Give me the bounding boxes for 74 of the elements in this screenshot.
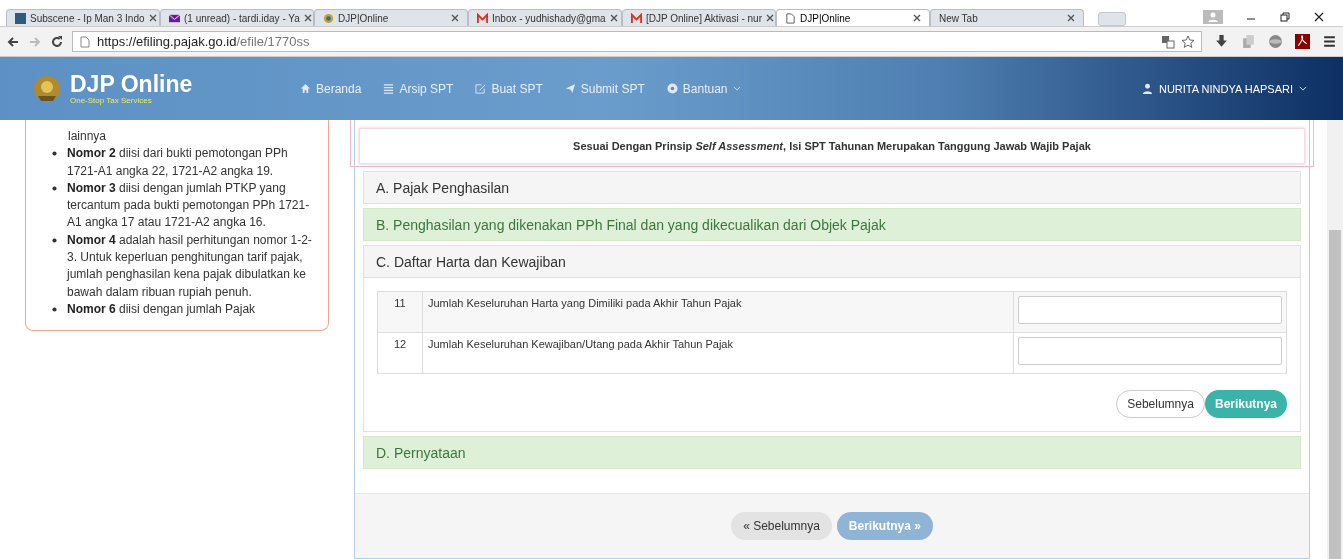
browser-tab[interactable]: (1 unread) - tardi.iday - Ya bbox=[160, 9, 314, 26]
brand-tagline: One-Stop Tax Services bbox=[70, 96, 153, 105]
tab-title: [DJP Online] Aktivasi - nur bbox=[646, 12, 762, 24]
menu-icon[interactable] bbox=[1322, 34, 1337, 49]
nav-label: Bantuan bbox=[682, 81, 728, 96]
reload-icon[interactable] bbox=[50, 34, 64, 49]
nav-label: Arsip SPT bbox=[399, 81, 454, 96]
section-header[interactable]: D. Pernyataan bbox=[363, 436, 1301, 469]
browser-tab[interactable]: New Tab bbox=[930, 9, 1084, 26]
back-icon[interactable] bbox=[6, 34, 20, 49]
tab-title: DJP|Online bbox=[800, 12, 852, 24]
input-field[interactable] bbox=[1018, 337, 1282, 365]
tab-title: New Tab bbox=[939, 12, 979, 24]
restore-icon[interactable] bbox=[1279, 11, 1291, 23]
page-icon bbox=[79, 35, 91, 48]
previous-button[interactable]: Sebelumnya bbox=[1116, 390, 1205, 418]
help-text: Nomor 3 diisi dengan jumlah PTKP yang tercantum pada bukti pemotongan PPh 1721-A1 angka 17 atau 1721-A2 angka 16. bbox=[67, 179, 311, 232]
list-icon bbox=[383, 83, 395, 94]
nav-label: Beranda bbox=[316, 81, 362, 96]
previous-button[interactable]: « Sebelumnya bbox=[731, 512, 832, 540]
home-icon bbox=[300, 83, 311, 94]
pdf-icon[interactable] bbox=[1295, 34, 1310, 49]
caret-icon bbox=[1299, 86, 1307, 91]
table-cell: Jumlah Keseluruhan Harta yang Dimiliki pada Akhir Tahun Pajak bbox=[422, 291, 1014, 333]
mail-icon bbox=[631, 12, 642, 24]
table-cell: 11 bbox=[377, 291, 423, 333]
url-text: https://efiling.pajak.go.id/efile/1770ss bbox=[97, 34, 311, 49]
nav-label: Submit SPT bbox=[580, 81, 645, 96]
tab-title: Inbox - yudhishady@gma bbox=[492, 12, 606, 24]
bullet-icon bbox=[52, 185, 57, 191]
tab-title: (1 unread) - tardi.iday - Ya bbox=[184, 12, 300, 24]
tab-title: Subscene - Ip Man 3 Indo bbox=[30, 12, 145, 24]
help-icon bbox=[666, 83, 678, 94]
section-header[interactable]: B. Penghasilan yang dikenakan PPh Final dan yang dikecualikan dari Objek Pajak bbox=[363, 208, 1301, 241]
globe-icon[interactable] bbox=[1268, 34, 1283, 49]
bullet-icon bbox=[52, 151, 57, 157]
tab-title: DJP|Online bbox=[338, 12, 390, 24]
close-icon[interactable] bbox=[1313, 11, 1325, 23]
bullet-icon bbox=[52, 306, 57, 312]
help-text: Nomor 6 diisi dengan jumlah Pajak bbox=[67, 300, 256, 318]
browser-tab[interactable]: DJP|Online bbox=[314, 9, 468, 26]
section-header[interactable]: C. Daftar Harta dan Kewajiban bbox=[363, 245, 1301, 278]
user-name: NURITA NINDYA HAPSARI bbox=[1158, 82, 1293, 95]
browser-tab[interactable]: DJP|Online bbox=[776, 9, 930, 26]
envelope-icon bbox=[169, 12, 180, 24]
table-cell: 12 bbox=[377, 332, 423, 374]
site-icon bbox=[15, 12, 26, 24]
browser-tab[interactable]: [DJP Online] Aktivasi - nur bbox=[622, 9, 776, 26]
help-text: Nomor 2 diisi dari bukti pemotongan PPh 1721-A1 angka 22, 1721-A2 angka 19. bbox=[67, 145, 289, 180]
help-text: lainnya bbox=[68, 128, 108, 145]
caret-icon bbox=[732, 86, 741, 91]
paper-plane-icon bbox=[564, 83, 576, 94]
page-icon bbox=[785, 12, 796, 24]
browser-tab[interactable]: Inbox - yudhishady@gma bbox=[468, 9, 622, 26]
close-icon[interactable] bbox=[913, 14, 921, 22]
emblem-icon bbox=[32, 73, 62, 104]
browser-tab[interactable]: Subscene - Ip Man 3 Indo bbox=[6, 9, 160, 26]
translate-icon[interactable] bbox=[1161, 34, 1175, 49]
mail-icon bbox=[477, 12, 488, 24]
nav-label: Buat SPT bbox=[491, 81, 543, 96]
edit-icon bbox=[475, 83, 487, 94]
download-icon[interactable] bbox=[1214, 34, 1229, 49]
star-icon[interactable] bbox=[1181, 34, 1195, 49]
bullet-icon bbox=[52, 237, 57, 243]
input-field[interactable] bbox=[1018, 296, 1282, 324]
notice-text: Sesuai Dengan Prinsip Self Assessment, Isi SPT Tahunan Merupakan Tanggung Jawab Wajib Pajak bbox=[359, 128, 1305, 164]
section-header[interactable]: A. Pajak Penghasilan bbox=[363, 171, 1301, 204]
user-menu[interactable]: NURITA NINDYA HAPSARI bbox=[1141, 82, 1307, 95]
address-field[interactable]: https://efiling.pajak.go.id/efile/1770ss bbox=[72, 31, 1202, 52]
user-icon bbox=[1141, 83, 1153, 94]
table-cell: Jumlah Keseluruhan Kewajiban/Utang pada Akhir Tahun Pajak bbox=[422, 332, 1014, 374]
scrollbar-thumb[interactable] bbox=[1329, 230, 1341, 559]
emblem-icon bbox=[323, 12, 334, 24]
help-text: Nomor 4 adalah hasil perhitungan nomor 1-2-3. Untuk keperluan penghitungan tarif pajak, jumlah penghasilan kena pajak dibulatkan ke bawah dalam ribuan rupiah penuh. bbox=[67, 231, 313, 301]
